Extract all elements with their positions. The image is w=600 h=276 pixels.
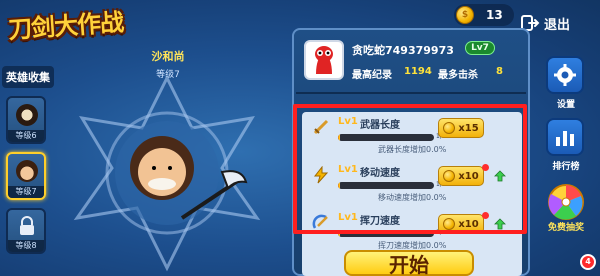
- best-record-value: 1194: [404, 66, 432, 77]
- hero-card-3[interactable]: 等级8: [6, 208, 46, 254]
- hero-card-1[interactable]: 等级6: [6, 96, 46, 144]
- start-button[interactable]: 开始: [344, 250, 474, 276]
- leaderboard-button[interactable]: [546, 118, 584, 156]
- gear-icon: [554, 64, 576, 86]
- hero-card-2[interactable]: 等级7: [6, 152, 46, 200]
- hero-portrait: [16, 160, 38, 182]
- coin-count: 13: [486, 8, 503, 22]
- game-logo: 刀剑大作战: [7, 8, 124, 45]
- lottery-wheel-icon[interactable]: [546, 182, 586, 222]
- hero-name: 沙和尚: [151, 50, 185, 63]
- hero-emblem: [73, 74, 261, 272]
- lock-icon: [20, 216, 34, 235]
- hero-collection-title: 英雄收集: [2, 66, 54, 88]
- hero-portrait: [16, 104, 38, 126]
- exit-label: 退出: [544, 17, 571, 33]
- most-kills-value: 8: [496, 66, 503, 77]
- upgrade-highlight-box: [293, 104, 527, 234]
- settings-label: 设置: [556, 100, 575, 110]
- best-record-label: 最高纪录: [352, 70, 392, 81]
- most-kills-label: 最多击杀: [438, 70, 478, 81]
- snake-avatar-icon: [315, 46, 333, 74]
- panel-divider: [296, 92, 526, 94]
- exit-button[interactable]: 退出: [520, 8, 596, 38]
- coin-icon: $: [456, 6, 474, 24]
- coin-balance: $ 13: [454, 4, 514, 26]
- lottery-label: 免费抽奖: [547, 223, 584, 233]
- settings-button[interactable]: [546, 56, 584, 94]
- leaderboard-icon: [556, 131, 574, 146]
- player-level-badge: Lv7: [465, 41, 495, 55]
- hero-card-level: 等级7: [8, 186, 44, 198]
- hero-card-level: 等级6: [8, 130, 44, 142]
- hero-card-level: 等级8: [8, 240, 44, 252]
- player-avatar: [304, 40, 344, 80]
- lottery-badge: 4: [580, 254, 596, 270]
- player-name: 贪吃蛇749379973: [352, 44, 454, 57]
- leaderboard-label: 排行榜: [552, 162, 580, 172]
